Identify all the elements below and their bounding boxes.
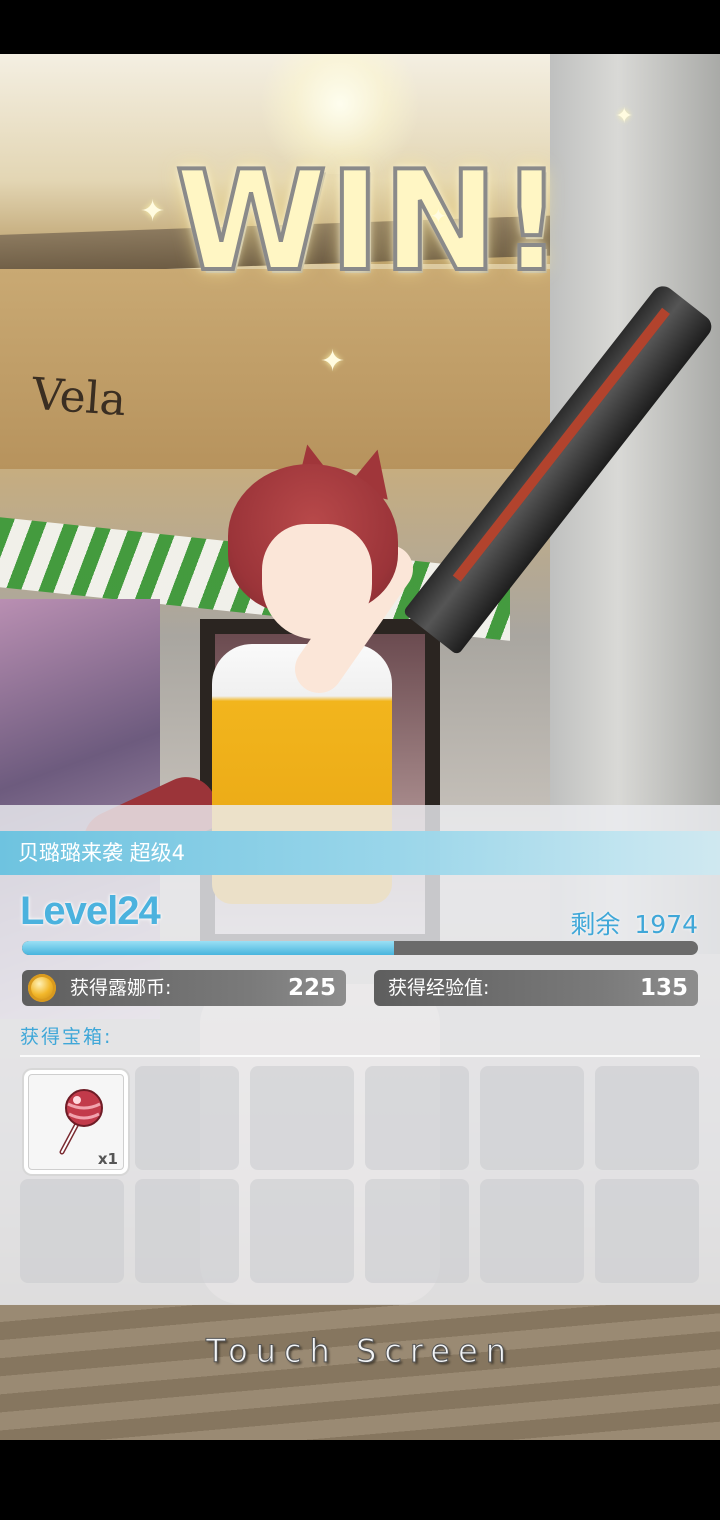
sparkle-icon: ✦ xyxy=(430,204,447,228)
reward-slot xyxy=(250,1179,354,1283)
reward-slot xyxy=(250,1066,354,1170)
coins-label: 获得露娜币: xyxy=(70,977,172,999)
reward-slot[interactable]: x1 xyxy=(24,1070,128,1174)
stage-title: 贝璐璐来袭 超级4 xyxy=(18,841,186,865)
reward-slot xyxy=(135,1179,239,1283)
item-quantity: x1 xyxy=(97,1150,118,1168)
remaining-label: 剩余 xyxy=(570,910,621,939)
sparkle-icon: ✦ xyxy=(320,344,346,379)
reward-slot xyxy=(480,1066,584,1170)
bottom-black-bar xyxy=(0,1440,720,1520)
remaining-value: 1974 xyxy=(634,910,698,939)
sparkle-icon: ✦ xyxy=(140,194,166,229)
coins-earned: 获得露娜币: 225 xyxy=(22,970,346,1006)
exp-progress-fill xyxy=(22,941,394,955)
win-title: WIN! xyxy=(173,140,565,304)
reward-slot xyxy=(365,1179,469,1283)
exp-progress-bar xyxy=(22,941,698,955)
coins-value: 225 xyxy=(287,975,336,1001)
level-label: Level24 xyxy=(20,889,161,933)
reward-slot xyxy=(365,1066,469,1170)
store-sign: Vela xyxy=(30,368,128,427)
divider xyxy=(20,1055,700,1057)
reward-slot xyxy=(480,1179,584,1283)
reward-slot xyxy=(595,1179,699,1283)
game-screen[interactable]: Vela WIN! ✦ ✦ ✦ ✦ 贝璐璐来袭 超级4 Level24 剩余 19… xyxy=(0,0,720,1520)
reward-slot xyxy=(135,1066,239,1170)
touch-screen-prompt[interactable]: Touch Screen xyxy=(0,1326,720,1376)
reward-slot-grid: x1 xyxy=(20,1066,700,1286)
stage-banner: 贝璐璐来袭 超级4 xyxy=(0,831,720,875)
top-black-bar xyxy=(0,0,720,54)
reward-slot xyxy=(20,1179,124,1283)
reward-slot xyxy=(595,1066,699,1170)
coin-icon xyxy=(28,974,56,1002)
result-panel: 贝璐璐来袭 超级4 Level24 剩余 1974 获得露娜币: 225 获得经验… xyxy=(0,805,720,1305)
character-face xyxy=(262,524,372,639)
chest-label: 获得宝箱: xyxy=(20,1026,113,1048)
exp-earned: 获得经验值: 135 xyxy=(374,970,698,1006)
exp-label: 获得经验值: xyxy=(388,977,490,999)
sparkle-icon: ✦ xyxy=(615,104,634,129)
remaining-exp: 剩余 1974 xyxy=(570,905,698,945)
exp-value: 135 xyxy=(639,975,688,1001)
